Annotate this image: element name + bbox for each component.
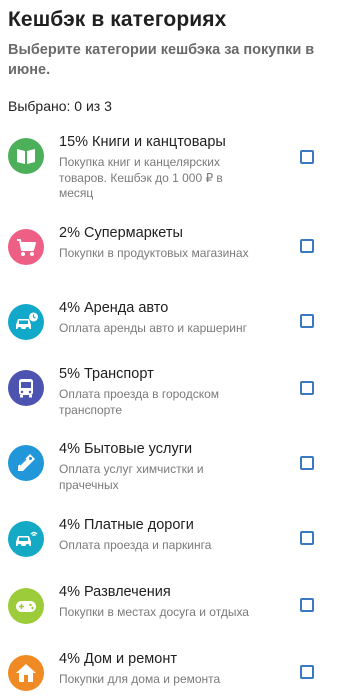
category-checkbox[interactable] — [300, 598, 314, 612]
category-checkbox[interactable] — [300, 456, 314, 470]
category-checkbox[interactable] — [300, 665, 314, 679]
shopping-cart-icon — [8, 229, 44, 265]
category-description: Покупка книг и канцелярских товаров. Кеш… — [59, 155, 223, 200]
bus-icon — [8, 370, 44, 406]
toll-road-car-icon — [8, 521, 44, 557]
category-title: 4% Дом и ремонт — [59, 651, 177, 667]
book-icon — [8, 138, 44, 174]
category-title: 15% Книги и канцтовары — [59, 134, 226, 150]
category-checkbox[interactable] — [300, 150, 314, 164]
category-description: Покупки в продуктовых магазинах — [59, 246, 249, 260]
category-title: 4% Аренда авто — [59, 300, 169, 316]
category-title: 4% Бытовые услуги — [59, 441, 193, 457]
gamepad-icon — [8, 588, 44, 624]
category-title: 4% Платные дороги — [59, 517, 194, 533]
category-description: Оплата услуг химчистки и прачечных — [59, 462, 204, 492]
category-title: 5% Транспорт — [59, 366, 154, 382]
category-description: Оплата аренды авто и каршеринг — [59, 321, 247, 335]
category-checkbox[interactable] — [300, 381, 314, 395]
category-title: 4% Развлечения — [59, 584, 171, 600]
category-checkbox[interactable] — [300, 531, 314, 545]
category-description: Оплата проезда и паркинга — [59, 538, 212, 552]
category-description: Покупки в местах досуга и отдыха — [59, 605, 249, 619]
tag-icon — [8, 445, 44, 481]
category-title: 2% Супермаркеты — [59, 225, 183, 241]
category-list: 15% Книги и канцтовары Покупка книг и ка… — [0, 0, 337, 700]
car-rental-icon — [8, 304, 44, 340]
category-checkbox[interactable] — [300, 314, 314, 328]
category-description: Покупки для дома и ремонта — [59, 672, 221, 686]
category-checkbox[interactable] — [300, 239, 314, 253]
house-icon — [8, 655, 44, 691]
category-description: Оплата проезда в городском транспорте — [59, 387, 220, 417]
